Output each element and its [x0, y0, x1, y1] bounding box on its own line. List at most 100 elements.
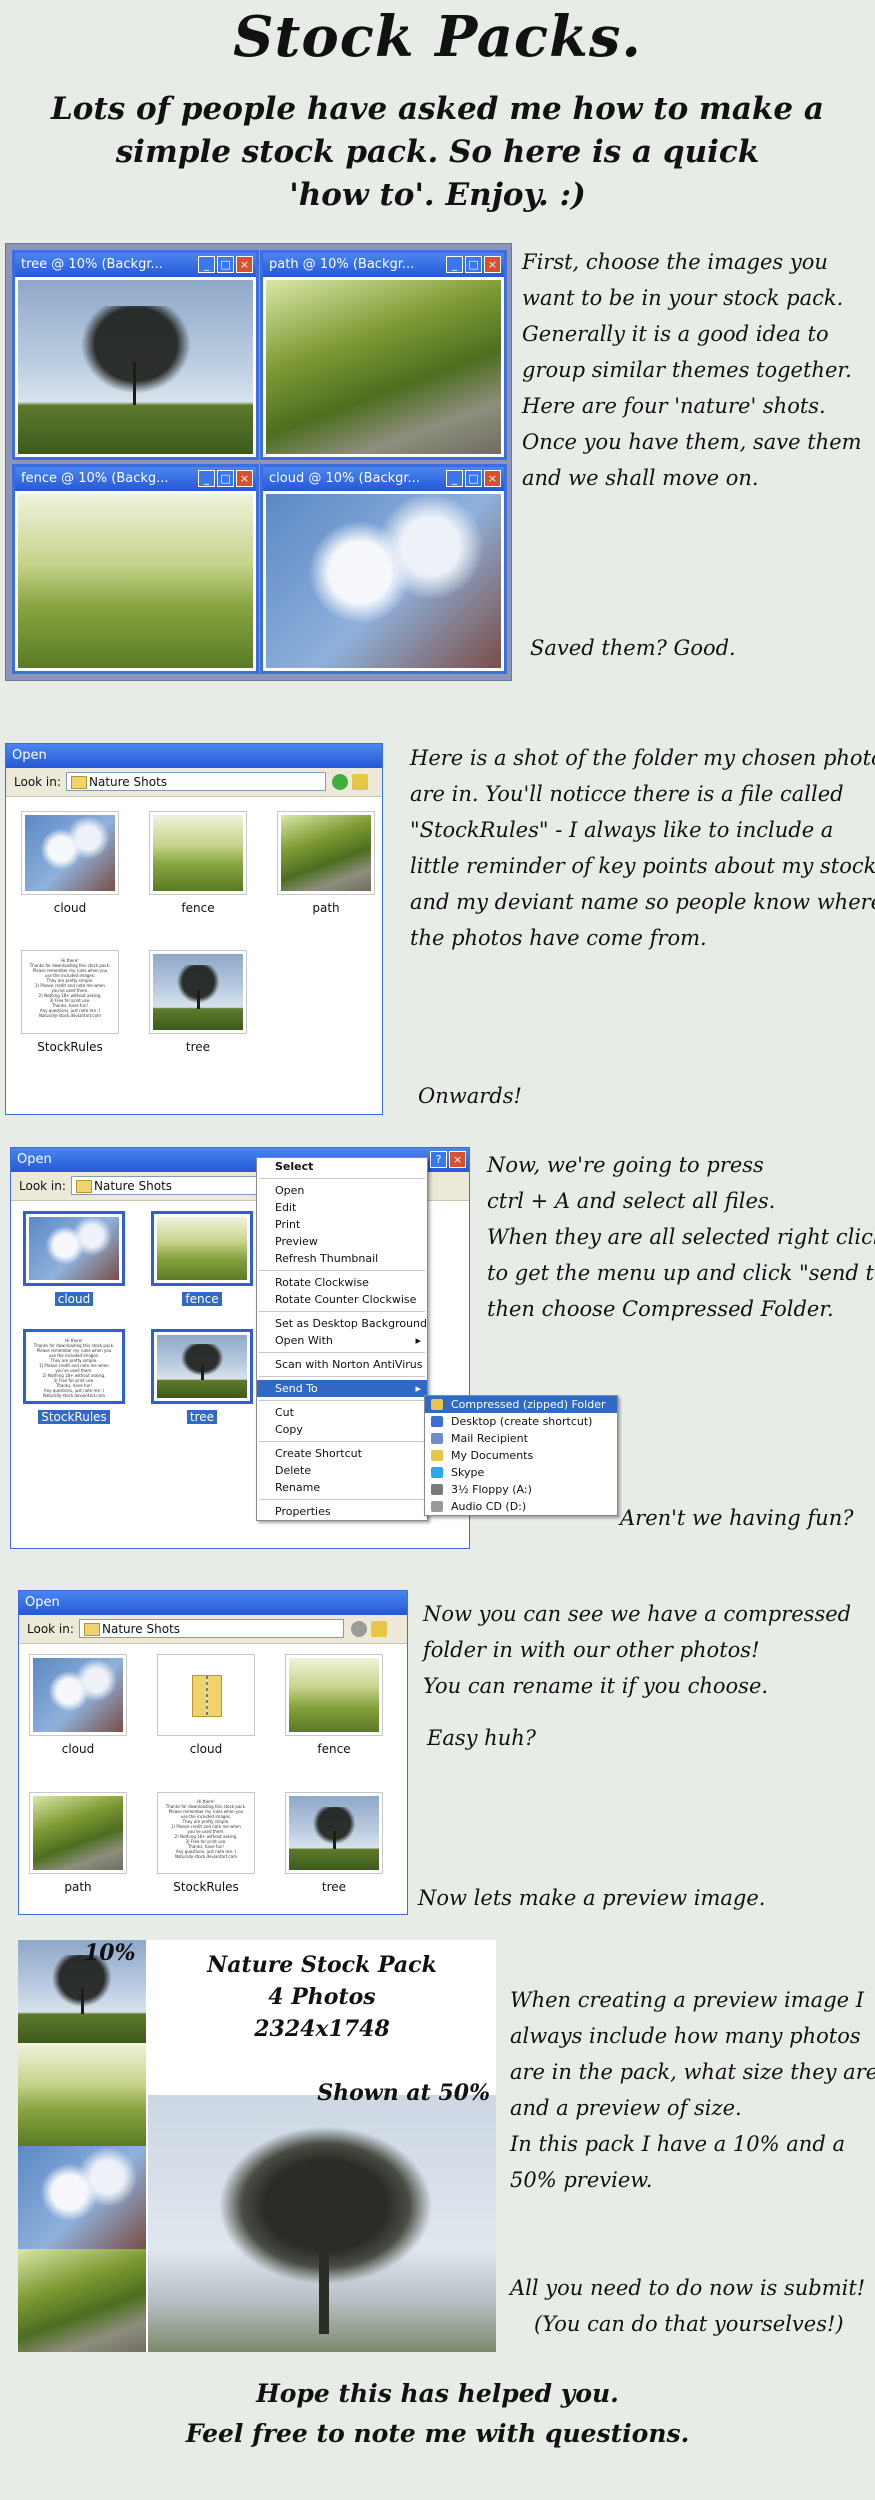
path-image — [33, 1796, 123, 1870]
file-item-fence[interactable]: fence — [151, 1211, 253, 1306]
menu-item-cut[interactable]: Cut — [257, 1404, 427, 1421]
menu-item-rotate-counter-clockwise[interactable]: Rotate Counter Clockwise — [257, 1291, 427, 1308]
file-thumbnail — [149, 950, 247, 1034]
file-item-cloud[interactable]: cloud — [29, 1654, 127, 1756]
preview-large-tree — [148, 2095, 496, 2352]
file-item-cloud[interactable]: cloud — [23, 1211, 125, 1306]
file-label: fence — [182, 1292, 222, 1306]
menu-item-scan-with-norton-antivirus[interactable]: Scan with Norton AntiVirus — [257, 1356, 427, 1373]
maximize-button[interactable]: □ — [465, 470, 482, 487]
menu-item-send-to[interactable]: Send To ▸ — [257, 1380, 427, 1397]
send-target-icon — [431, 1467, 443, 1478]
send-target-icon — [431, 1484, 443, 1495]
file-label: cloud — [189, 1742, 223, 1756]
file-label: path — [64, 1880, 92, 1894]
submenu-item-desktop-create-shortcut-[interactable]: Desktop (create shortcut) — [425, 1413, 617, 1430]
close-button[interactable]: × — [236, 256, 253, 273]
submenu-item-skype[interactable]: Skype — [425, 1464, 617, 1481]
file-item-tree[interactable]: tree — [151, 1329, 253, 1424]
image-window-path[interactable]: path @ 10% (Backgr... _ □ × — [260, 250, 507, 460]
file-label: cloud — [54, 1292, 94, 1306]
menu-item-properties[interactable]: Properties — [257, 1503, 427, 1520]
image-window-cloud[interactable]: cloud @ 10% (Backgr... _ □ × — [260, 464, 507, 674]
look-in-select[interactable]: Nature Shots — [71, 1176, 271, 1195]
file-item-fence[interactable]: fence — [285, 1654, 383, 1756]
menu-item-rotate-clockwise[interactable]: Rotate Clockwise — [257, 1274, 427, 1291]
look-in-select[interactable]: Nature Shots — [79, 1619, 344, 1638]
file-label: cloud — [61, 1742, 95, 1756]
minimize-button[interactable]: _ — [446, 256, 463, 273]
back-icon[interactable] — [351, 1621, 367, 1637]
submenu-item-3-floppy-a-[interactable]: 3½ Floppy (A:) — [425, 1481, 617, 1498]
back-icon[interactable] — [332, 774, 348, 790]
file-item-fence[interactable]: fence — [149, 811, 247, 915]
menu-item-preview[interactable]: Preview — [257, 1233, 427, 1250]
file-item-path[interactable]: path — [29, 1792, 127, 1894]
up-folder-icon[interactable] — [371, 1621, 387, 1637]
maximize-button[interactable]: □ — [217, 470, 234, 487]
file-item-path[interactable]: path — [277, 811, 375, 915]
menu-item-delete[interactable]: Delete — [257, 1462, 427, 1479]
minimize-button[interactable]: _ — [198, 470, 215, 487]
file-item-tree[interactable]: tree — [149, 950, 247, 1054]
step5-text: When creating a preview image I always i… — [510, 1988, 875, 2192]
file-thumbnail — [157, 1654, 255, 1736]
step2-open-dialog[interactable]: Open Look in: Nature Shots cloud fence pat… — [5, 743, 383, 1115]
file-label: StockRules — [38, 1410, 110, 1424]
menu-item-print[interactable]: Print — [257, 1216, 427, 1233]
step1-image-windows: tree @ 10% (Backgr... _ □ × path @ 10% (Ba… — [5, 243, 512, 681]
preview-image: 10% Nature Stock Pack 4 Photos 2324x1748… — [18, 1940, 496, 2352]
close-button[interactable]: × — [236, 470, 253, 487]
maximize-button[interactable]: □ — [217, 256, 234, 273]
file-item-stockrules[interactable]: Hi there! Thanks for downloading this st… — [157, 1792, 255, 1894]
cloud-photo — [266, 494, 501, 668]
image-window-tree[interactable]: tree @ 10% (Backgr... _ □ × — [12, 250, 259, 460]
menu-item-rename[interactable]: Rename — [257, 1479, 427, 1496]
look-in-select[interactable]: Nature Shots — [66, 772, 326, 791]
file-item-cloud[interactable]: cloud — [21, 811, 119, 915]
preview-shown-at: Shown at 50% — [317, 2080, 490, 2106]
cloud-image — [29, 1217, 119, 1280]
preview-pack-title: Nature Stock Pack — [207, 1952, 437, 1978]
fence-photo — [18, 494, 253, 668]
menu-item-copy[interactable]: Copy — [257, 1421, 427, 1438]
file-label: tree — [321, 1880, 347, 1894]
up-folder-icon[interactable] — [352, 774, 368, 790]
menu-separator — [259, 1352, 425, 1353]
step4-open-dialog[interactable]: Open Look in: Nature Shots cloud cloud fen… — [18, 1590, 408, 1915]
file-thumbnail — [285, 1792, 383, 1874]
minimize-button[interactable]: _ — [198, 256, 215, 273]
preview-thumb-cloud — [18, 2146, 146, 2249]
minimize-button[interactable]: _ — [446, 470, 463, 487]
doc-preview-text: Hi there! Thanks for downloading this st… — [33, 1337, 115, 1398]
menu-item-edit[interactable]: Edit — [257, 1199, 427, 1216]
submenu-item-my-documents[interactable]: My Documents — [425, 1447, 617, 1464]
image-window-fence[interactable]: fence @ 10% (Backg... _ □ × — [12, 464, 259, 674]
close-button[interactable]: × — [484, 470, 501, 487]
menu-separator — [259, 1178, 425, 1179]
file-item-cloud[interactable]: cloud — [157, 1654, 255, 1756]
file-item-stockrules[interactable]: Hi there! Thanks for downloading this st… — [21, 950, 119, 1054]
file-list: cloud cloud fence path Hi there! Thanks for … — [19, 1644, 407, 1914]
menu-separator — [259, 1400, 425, 1401]
tree-image — [157, 1335, 247, 1398]
submenu-item-audio-cd-d-[interactable]: Audio CD (D:) — [425, 1498, 617, 1515]
step2-text: Here is a shot of the folder my chosen p… — [410, 746, 875, 950]
submenu-item-compressed-zipped-folder[interactable]: Compressed (zipped) Folder — [425, 1396, 617, 1413]
file-item-stockrules[interactable]: Hi there! Thanks for downloading this st… — [23, 1329, 125, 1424]
file-label: tree — [185, 1040, 211, 1054]
maximize-button[interactable]: □ — [465, 256, 482, 273]
menu-item-open[interactable]: Open — [257, 1182, 427, 1199]
close-button[interactable]: × — [449, 1151, 466, 1168]
menu-item-create-shortcut[interactable]: Create Shortcut — [257, 1445, 427, 1462]
menu-item-refresh-thumbnail[interactable]: Refresh Thumbnail — [257, 1250, 427, 1267]
close-button[interactable]: × — [484, 256, 501, 273]
file-label: StockRules — [37, 1040, 103, 1054]
menu-item-set-as-desktop-background[interactable]: Set as Desktop Background — [257, 1315, 427, 1332]
menu-item-open-with[interactable]: Open With ▸ — [257, 1332, 427, 1349]
help-button[interactable]: ? — [430, 1151, 447, 1168]
menu-item-select[interactable]: Select — [257, 1158, 427, 1175]
page-title: Stock Packs. — [233, 4, 642, 70]
submenu-item-mail-recipient[interactable]: Mail Recipient — [425, 1430, 617, 1447]
file-item-tree[interactable]: tree — [285, 1792, 383, 1894]
